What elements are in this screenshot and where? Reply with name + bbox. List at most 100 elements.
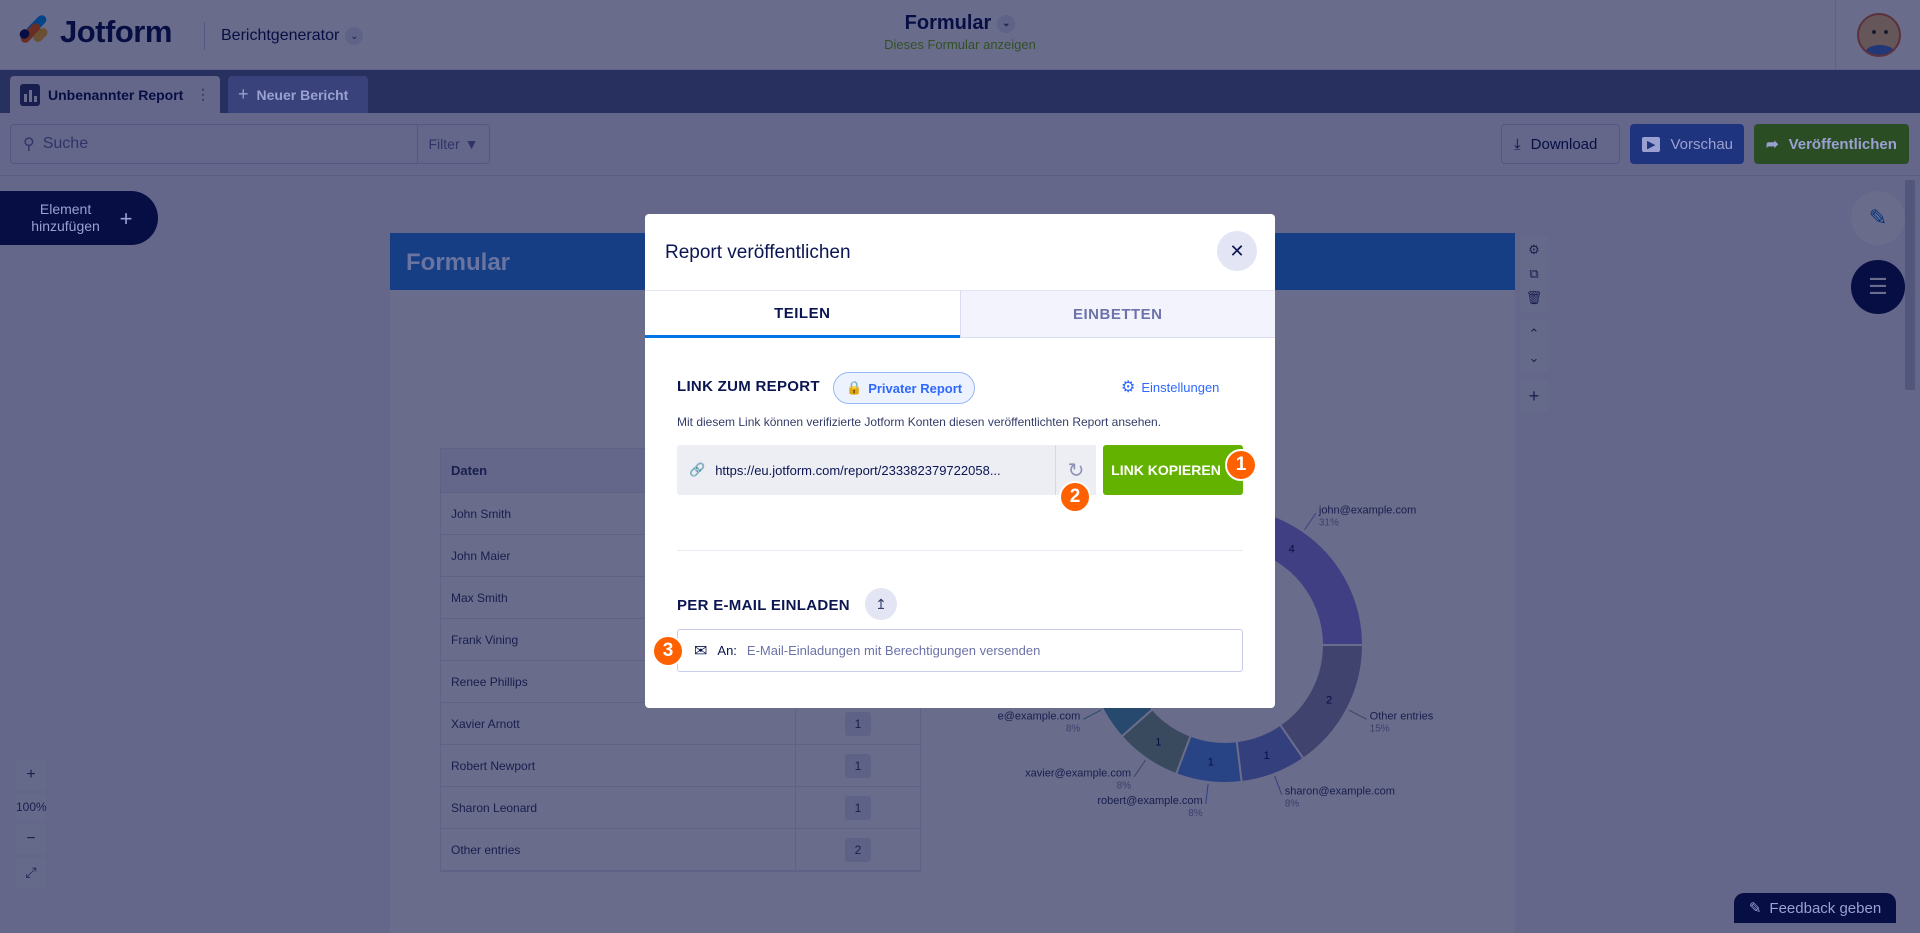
tab-share[interactable]: TEILEN [645,291,960,338]
chevron-down-icon: ⌄ [345,27,364,45]
chevron-up-icon[interactable]: ⌃ [1529,326,1540,342]
report-tab-bar: Unbenannter Report ⋮ + Neuer Bericht [0,70,1920,113]
expand-icon[interactable]: ⤢ [16,858,46,887]
copy-link-button[interactable]: LINK KOPIEREN [1103,445,1243,495]
link-icon: 🔗 [689,462,706,477]
gear-icon: ⚙ [1121,379,1136,396]
copy-icon[interactable]: ⧉ [1529,266,1538,282]
zoom-in-icon[interactable]: + [16,760,46,790]
scrollbar[interactable] [1905,180,1915,390]
plus-icon[interactable]: + [1529,386,1540,407]
slice-percent: 8% [1188,808,1203,819]
modal-title: Report veröffentlichen [665,242,851,263]
private-report-badge[interactable]: 🔒 Privater Report [833,372,976,404]
slice-label: xavier@example.com [1025,768,1131,780]
slice-percent: 31% [1319,517,1339,528]
filter-button[interactable]: Filter ▼ [417,125,489,163]
avatar[interactable] [1857,13,1901,57]
slice-label: sharon@example.com [1285,786,1395,798]
gear-icon[interactable]: ⚙ [1528,242,1540,258]
feedback-icon: ✎ [1748,900,1762,917]
slice-label: Other entries [1370,710,1434,722]
close-icon[interactable]: ✕ [1217,231,1257,271]
leader-line [1083,709,1102,720]
play-icon: ▶ [1642,136,1661,152]
toolbar: ⚲ Filter▼ ⤓ Download ▶ Vorschau ➦ Veröffent… [0,113,1920,176]
add-element-button[interactable]: Element hinzufügen + [0,191,158,245]
tab-new-report[interactable]: + Neuer Bericht [228,76,368,113]
report-chart-icon [20,83,40,106]
to-label: An: [717,643,737,658]
view-form-link[interactable]: Dieses Formular anzeigen [760,37,1160,52]
download-button[interactable]: ⤓ Download [1501,124,1620,164]
search-icon: ⚲ [23,136,35,153]
leader-line [1348,709,1367,720]
private-badge-label: Privater Report [868,380,963,396]
link-description: Mit diesem Link können verifizierte Jotf… [677,415,1162,429]
slice-percent: 8% [1117,781,1132,792]
preview-button[interactable]: ▶ Vorschau [1630,124,1744,164]
modal-tabs: TEILEN EINBETTEN [645,290,1275,338]
slice-value-label: 1 [1208,757,1214,769]
tab-label: Unbenannter Report [48,86,184,103]
zoom-level: 100% [16,794,47,820]
report-url-field[interactable]: 🔗 https://eu.jotform.com/report/23338237… [677,445,1055,495]
settings-link[interactable]: ⚙ Einstellungen [1121,377,1219,397]
slice-value-label: 2 [1326,695,1332,707]
search-box: ⚲ Filter▼ [10,124,490,164]
logo-text: Jotform [60,14,172,49]
zoom-controls: + 100% − ⤢ [16,760,47,891]
publish-button[interactable]: ➦ Veröffentlichen [1754,124,1909,164]
top-header: Jotform Berichtgenerator ⌄ Formular ⌄ Die… [0,0,1920,70]
lock-icon: 🔒 [846,380,863,395]
layers-icon[interactable]: ☰ [1851,260,1905,314]
jotform-logo[interactable]: Jotform [17,13,172,50]
download-label: Download [1530,135,1598,153]
slice-percent: 8% [1066,723,1081,734]
email-invite-field[interactable]: ✉ An: [677,629,1243,672]
share-arrow-icon: ➦ [1766,136,1779,153]
report-url: https://eu.jotform.com/report/2333823797… [715,462,1001,478]
tab-label: Neuer Bericht [256,86,349,103]
annotation-badge-1: 1 [1225,449,1257,481]
leader-line [1205,783,1209,804]
feedback-button[interactable]: ✎ Feedback geben [1734,893,1896,923]
download-icon: ⤓ [1514,135,1521,153]
invite-section-heading: PER E-MAIL EINLADEN [677,597,850,614]
leader-line [1304,513,1317,531]
plus-icon: + [238,84,249,104]
form-title: Formular [904,12,992,34]
app-name-label: Berichtgenerator [221,27,340,44]
publish-report-modal: Report veröffentlichen ✕ TEILEN EINBETTE… [645,214,1275,708]
email-input[interactable] [746,643,1242,658]
tab-embed[interactable]: EINBETTEN [959,291,1275,338]
chevron-down-icon[interactable]: ⌄ [1529,350,1540,366]
envelope-icon: ✉ [694,642,708,660]
upload-icon[interactable]: ↥ [865,588,897,620]
chevron-down-icon: ⌄ [997,14,1016,33]
link-section-heading: LINK ZUM REPORT [677,378,820,395]
element-tools: ⚙ ⧉ 🗑 ⌃ ⌄ + [1520,236,1548,421]
more-vertical-icon[interactable]: ⋮ [196,86,210,103]
slice-label: robert@example.com [1097,795,1202,807]
feedback-label: Feedback geben [1769,899,1882,917]
annotation-badge-3: 3 [652,635,684,667]
slice-value-label: 1 [1264,750,1270,762]
annotation-badge-2: 2 [1059,481,1091,513]
slice-value-label: 1 [1155,737,1161,749]
slice-percent: 8% [1285,799,1300,810]
paint-roller-icon[interactable]: ✎ [1851,191,1905,245]
leader-line [1133,759,1146,777]
slice-label: e@example.com [998,710,1081,722]
form-title-dropdown[interactable]: Formular ⌄ [905,12,1016,35]
slice-value-label: 4 [1289,543,1295,555]
form-title-block: Formular ⌄ Dieses Formular anzeigen [760,12,1160,52]
search-input[interactable] [34,135,417,153]
trash-icon[interactable]: 🗑 [1526,290,1543,306]
app-switcher[interactable]: Berichtgenerator ⌄ [204,22,364,50]
logo-mark-icon [17,13,52,49]
funnel-icon: ▼ [464,136,479,152]
zoom-out-icon[interactable]: − [16,824,46,854]
tab-unbenannter-report[interactable]: Unbenannter Report ⋮ [10,76,220,113]
divider [677,550,1243,551]
